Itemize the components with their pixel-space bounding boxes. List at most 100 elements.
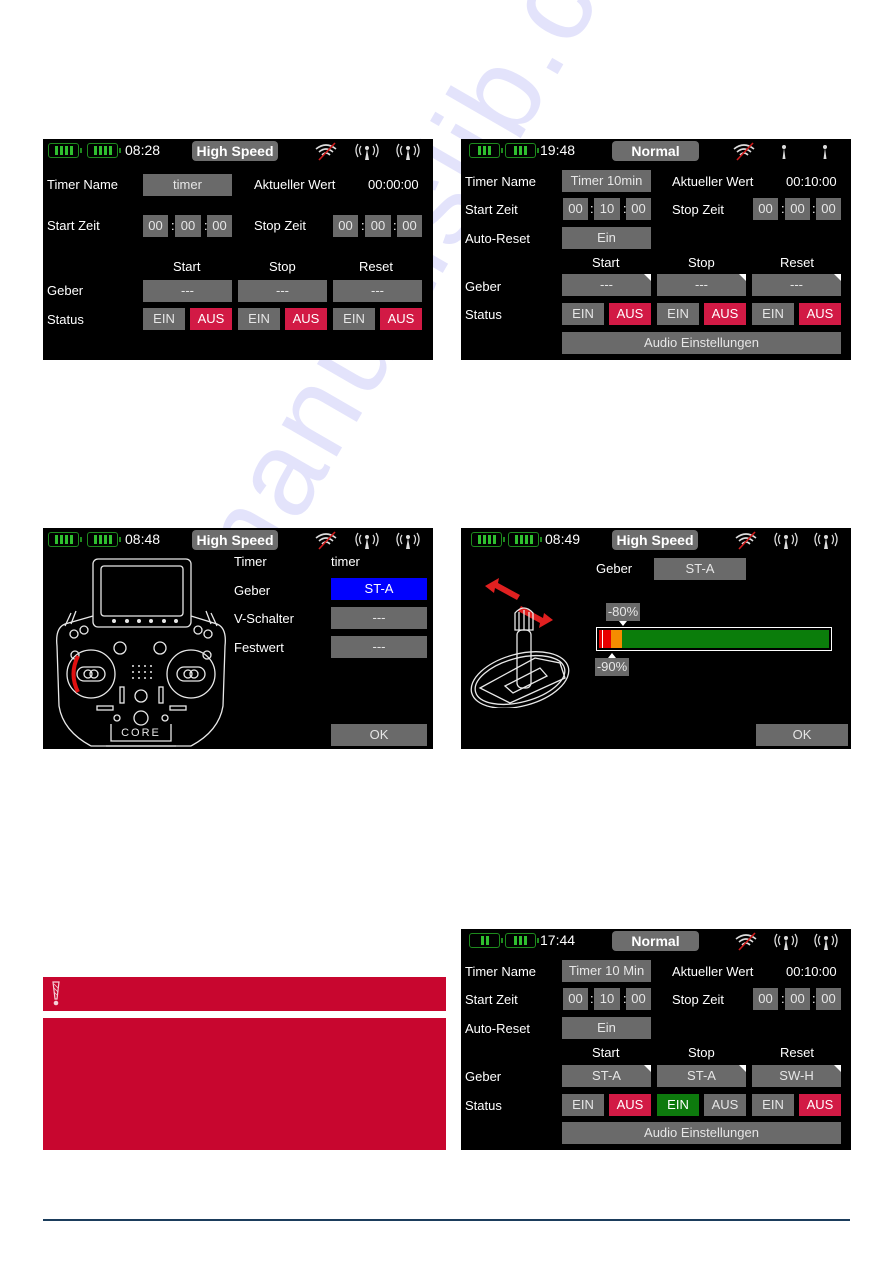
stop-time-minutes[interactable]: 00 [785,198,810,220]
flight-mode-badge[interactable]: High Speed [192,530,278,550]
start-time-hours[interactable]: 00 [563,198,588,220]
ok-button[interactable]: OK [756,724,848,746]
battery-icon [505,933,539,948]
antenna-icon [774,933,798,950]
battery-icon [48,143,82,158]
stop-time-hours[interactable]: 00 [753,988,778,1010]
geber-label: Geber [596,561,633,576]
geber-start-field[interactable]: --- [562,274,651,296]
stop-time-minutes[interactable]: 00 [365,215,391,237]
start-time-seconds[interactable]: 00 [207,215,232,237]
stop-status-off-button[interactable]: AUS [704,1094,746,1116]
antenna-icon [396,143,420,160]
fixed-value-label: Festwert [234,640,284,655]
status-bar: 19:48 Normal [461,139,851,163]
audio-settings-button[interactable]: Audio Einstellungen [562,332,841,354]
current-value: 00:10:00 [786,174,837,189]
start-status-off-button[interactable]: AUS [190,308,232,330]
antenna-inactive-icon [782,145,786,159]
stop-status-on-button[interactable]: EIN [657,1094,699,1116]
start-time-minutes[interactable]: 10 [594,988,620,1010]
stop-status-off-button[interactable]: AUS [285,308,327,330]
geber-stop-field[interactable]: --- [657,274,746,296]
timer-name-label: Timer Name [465,174,537,189]
start-status-on-button[interactable]: EIN [143,308,185,330]
start-status-off-button[interactable]: AUS [609,303,651,325]
wifi-off-icon [735,531,757,550]
flight-mode-badge[interactable]: High Speed [612,530,698,550]
start-time-minutes[interactable]: 00 [175,215,201,237]
status-bar: 17:44 Normal [461,929,851,953]
threshold-bar[interactable] [596,627,832,651]
reset-status-off-button[interactable]: AUS [380,308,422,330]
stop-time-label: Stop Zeit [672,202,725,217]
battery-icon [471,532,505,547]
wifi-off-icon [315,142,337,161]
stop-time-minutes[interactable]: 00 [785,988,810,1010]
flight-mode-badge[interactable]: Normal [612,141,699,161]
status-label: Status [465,1098,502,1113]
start-status-on-button[interactable]: EIN [562,303,604,325]
flight-mode-badge[interactable]: Normal [612,931,699,951]
clock: 17:44 [540,932,576,948]
start-time-seconds[interactable]: 00 [626,198,651,220]
current-value-label: Aktueller Wert [254,177,336,192]
antenna-icon [355,143,379,160]
antenna-icon [814,532,838,549]
battery-icon [469,143,503,158]
geber-field[interactable]: ST-A [654,558,746,580]
start-time-hours[interactable]: 00 [563,988,588,1010]
geber-start-field[interactable]: ST-A [562,1065,651,1087]
geber-reset-field[interactable]: SW-H [752,1065,841,1087]
timer-name-label: Timer Name [465,964,537,979]
ok-button[interactable]: OK [331,724,427,746]
geber-stop-field[interactable]: --- [238,280,327,302]
geber-reset-field[interactable]: --- [333,280,422,302]
timer-name-field[interactable]: Timer 10min [562,170,651,192]
geber-field[interactable]: ST-A [331,578,427,600]
screen-timer-settings-3: 17:44 Normal Timer Name Timer 10 Min Akt… [461,929,851,1150]
column-header-reset: Reset [359,259,393,274]
reset-status-off-button[interactable]: AUS [799,303,841,325]
column-header-reset: Reset [780,255,814,270]
auto-reset-field[interactable]: Ein [562,1017,651,1039]
auto-reset-field[interactable]: Ein [562,227,651,249]
geber-stop-field[interactable]: ST-A [657,1065,746,1087]
reset-status-on-button[interactable]: EIN [752,1094,794,1116]
antenna-icon [396,532,420,549]
timer-name-field[interactable]: Timer 10 Min [562,960,651,982]
audio-settings-button[interactable]: Audio Einstellungen [562,1122,841,1144]
stop-time-hours[interactable]: 00 [333,215,358,237]
battery-icon [469,933,503,948]
stop-time-seconds[interactable]: 00 [397,215,422,237]
stop-status-off-button[interactable]: AUS [704,303,746,325]
timer-name-field[interactable]: timer [143,174,232,196]
start-time-seconds[interactable]: 00 [626,988,651,1010]
stop-status-on-button[interactable]: EIN [238,308,280,330]
flight-mode-badge[interactable]: High Speed [192,141,278,161]
start-time-hours[interactable]: 00 [143,215,168,237]
timer-name-label: Timer Name [47,177,119,192]
reset-status-on-button[interactable]: EIN [752,303,794,325]
stop-time-seconds[interactable]: 00 [816,988,841,1010]
wifi-off-icon [735,932,757,951]
stop-status-on-button[interactable]: EIN [657,303,699,325]
geber-start-field[interactable]: --- [143,280,232,302]
stop-time-hours[interactable]: 00 [753,198,778,220]
start-status-off-button[interactable]: AUS [609,1094,651,1116]
reset-status-off-button[interactable]: AUS [799,1094,841,1116]
reset-status-on-button[interactable]: EIN [333,308,375,330]
start-status-on-button[interactable]: EIN [562,1094,604,1116]
column-header-stop: Stop [269,259,296,274]
antenna-icon [814,933,838,950]
column-header-stop: Stop [688,255,715,270]
fixed-value-field[interactable]: --- [331,636,427,658]
column-header-stop: Stop [688,1045,715,1060]
battery-icon [87,143,121,158]
start-time-minutes[interactable]: 10 [594,198,620,220]
geber-reset-field[interactable]: --- [752,274,841,296]
stop-time-seconds[interactable]: 00 [816,198,841,220]
screen-geber-select: 08:48 High Speed CORE Timer timer Geber … [43,528,433,749]
v-switch-field[interactable]: --- [331,607,427,629]
antenna-icon [774,532,798,549]
